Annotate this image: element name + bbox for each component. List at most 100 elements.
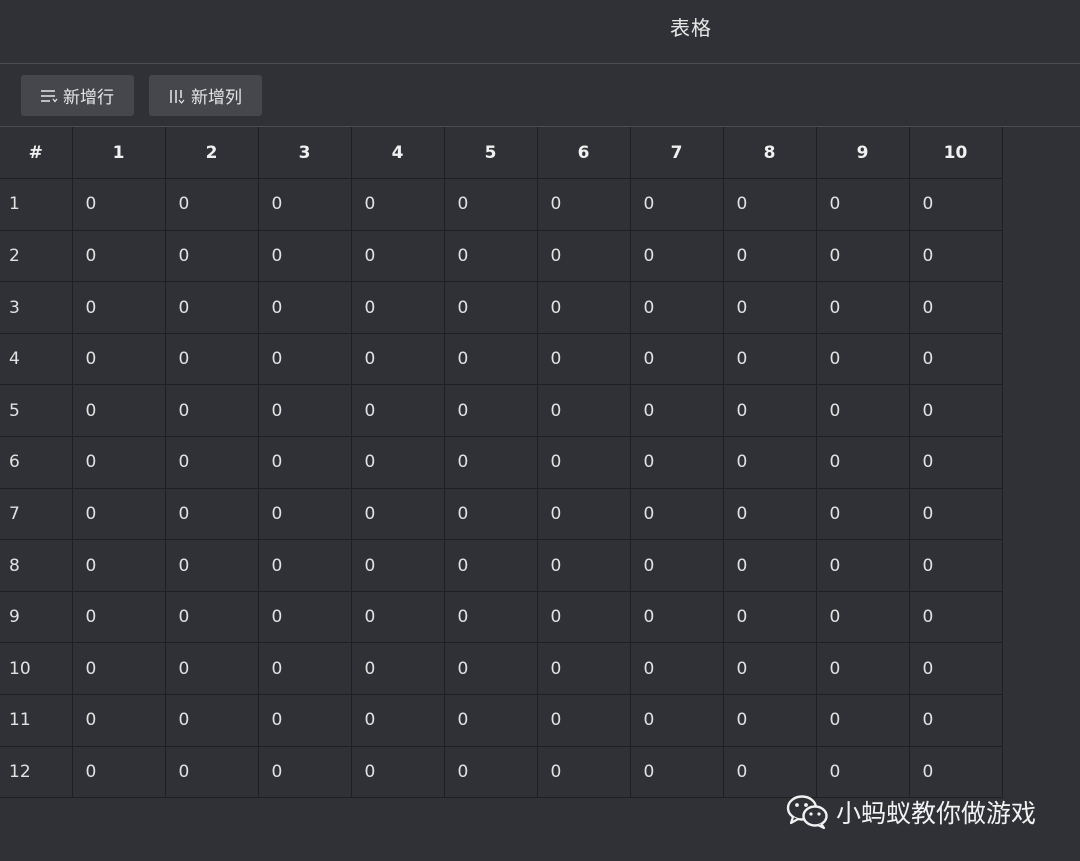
table-cell[interactable]: 0 bbox=[71, 281, 166, 334]
table-cell[interactable]: 0 bbox=[908, 436, 1003, 489]
row-header[interactable]: 3 bbox=[0, 281, 73, 334]
table-cell[interactable]: 0 bbox=[722, 332, 817, 386]
table-cell[interactable]: 0 bbox=[164, 642, 259, 696]
table-cell[interactable]: 0 bbox=[815, 487, 910, 541]
table-cell[interactable]: 0 bbox=[815, 384, 910, 438]
table-cell[interactable]: 0 bbox=[164, 694, 259, 747]
table-cell[interactable]: 0 bbox=[815, 539, 910, 592]
table-cell[interactable]: 0 bbox=[257, 436, 352, 489]
table-cell[interactable]: 0 bbox=[908, 487, 1003, 541]
table-cell[interactable]: 0 bbox=[257, 281, 352, 334]
table-cell[interactable]: 0 bbox=[908, 332, 1003, 386]
table-cell[interactable]: 0 bbox=[71, 745, 166, 799]
table-cell[interactable]: 0 bbox=[629, 332, 724, 386]
table-cell[interactable]: 0 bbox=[443, 539, 538, 592]
table-cell[interactable]: 0 bbox=[350, 539, 445, 592]
table-cell[interactable]: 0 bbox=[536, 281, 631, 334]
row-header[interactable]: 5 bbox=[0, 384, 73, 438]
table-cell[interactable]: 0 bbox=[629, 384, 724, 438]
table-cell[interactable]: 0 bbox=[71, 384, 166, 438]
table-cell[interactable]: 0 bbox=[350, 281, 445, 334]
table-cell[interactable]: 0 bbox=[908, 694, 1003, 747]
table-cell[interactable]: 0 bbox=[257, 178, 352, 231]
table-cell[interactable]: 0 bbox=[629, 590, 724, 644]
row-header[interactable]: 12 bbox=[0, 745, 73, 799]
table-cell[interactable]: 0 bbox=[629, 229, 724, 283]
table-cell[interactable]: 0 bbox=[257, 745, 352, 799]
table-cell[interactable]: 0 bbox=[536, 332, 631, 386]
row-header[interactable]: 7 bbox=[0, 487, 73, 541]
row-header[interactable]: 11 bbox=[0, 694, 73, 747]
table-cell[interactable]: 0 bbox=[257, 590, 352, 644]
table-cell[interactable]: 0 bbox=[722, 229, 817, 283]
table-cell[interactable]: 0 bbox=[629, 694, 724, 747]
table-cell[interactable]: 0 bbox=[71, 229, 166, 283]
row-header[interactable]: 8 bbox=[0, 539, 73, 592]
table-cell[interactable]: 0 bbox=[536, 642, 631, 696]
table-cell[interactable]: 0 bbox=[164, 281, 259, 334]
row-header[interactable]: 10 bbox=[0, 642, 73, 696]
column-header[interactable]: 6 bbox=[536, 127, 631, 180]
table-cell[interactable]: 0 bbox=[908, 229, 1003, 283]
column-header[interactable]: 5 bbox=[443, 127, 538, 180]
row-header[interactable]: 1 bbox=[0, 178, 73, 231]
table-cell[interactable]: 0 bbox=[815, 590, 910, 644]
table-cell[interactable]: 0 bbox=[536, 436, 631, 489]
table-cell[interactable]: 0 bbox=[350, 332, 445, 386]
table-cell[interactable]: 0 bbox=[536, 178, 631, 231]
table-cell[interactable]: 0 bbox=[629, 178, 724, 231]
table-cell[interactable]: 0 bbox=[815, 745, 910, 799]
table-cell[interactable]: 0 bbox=[350, 487, 445, 541]
table-cell[interactable]: 0 bbox=[536, 229, 631, 283]
table-cell[interactable]: 0 bbox=[71, 694, 166, 747]
table-cell[interactable]: 0 bbox=[350, 384, 445, 438]
add-column-button[interactable]: 新增列 bbox=[149, 75, 262, 116]
table-cell[interactable]: 0 bbox=[722, 178, 817, 231]
table-cell[interactable]: 0 bbox=[536, 590, 631, 644]
row-header[interactable]: 2 bbox=[0, 229, 73, 283]
column-header[interactable]: 1 bbox=[71, 127, 166, 180]
table-cell[interactable]: 0 bbox=[164, 384, 259, 438]
table-cell[interactable]: 0 bbox=[908, 590, 1003, 644]
table-cell[interactable]: 0 bbox=[350, 590, 445, 644]
table-cell[interactable]: 0 bbox=[722, 539, 817, 592]
add-row-button[interactable]: 新增行 bbox=[21, 75, 134, 116]
table-cell[interactable]: 0 bbox=[815, 332, 910, 386]
table-cell[interactable]: 0 bbox=[722, 694, 817, 747]
table-cell[interactable]: 0 bbox=[908, 281, 1003, 334]
table-cell[interactable]: 0 bbox=[443, 332, 538, 386]
column-header[interactable]: 10 bbox=[908, 127, 1003, 180]
table-cell[interactable]: 0 bbox=[536, 384, 631, 438]
column-header[interactable]: 8 bbox=[722, 127, 817, 180]
table-cell[interactable]: 0 bbox=[722, 642, 817, 696]
table-cell[interactable]: 0 bbox=[350, 642, 445, 696]
table-cell[interactable]: 0 bbox=[908, 539, 1003, 592]
table-cell[interactable]: 0 bbox=[443, 229, 538, 283]
table-cell[interactable]: 0 bbox=[350, 229, 445, 283]
table-cell[interactable]: 0 bbox=[536, 694, 631, 747]
table-cell[interactable]: 0 bbox=[71, 642, 166, 696]
table-cell[interactable]: 0 bbox=[71, 487, 166, 541]
table-cell[interactable]: 0 bbox=[164, 178, 259, 231]
table-cell[interactable]: 0 bbox=[443, 642, 538, 696]
table-cell[interactable]: 0 bbox=[536, 745, 631, 799]
table-cell[interactable]: 0 bbox=[443, 590, 538, 644]
table-cell[interactable]: 0 bbox=[722, 590, 817, 644]
table-cell[interactable]: 0 bbox=[164, 229, 259, 283]
table-cell[interactable]: 0 bbox=[722, 487, 817, 541]
column-header[interactable]: 3 bbox=[257, 127, 352, 180]
table-cell[interactable]: 0 bbox=[164, 745, 259, 799]
table-cell[interactable]: 0 bbox=[629, 436, 724, 489]
table-cell[interactable]: 0 bbox=[629, 487, 724, 541]
table-cell[interactable]: 0 bbox=[257, 384, 352, 438]
table-cell[interactable]: 0 bbox=[722, 436, 817, 489]
table-cell[interactable]: 0 bbox=[350, 436, 445, 489]
table-cell[interactable]: 0 bbox=[71, 178, 166, 231]
table-cell[interactable]: 0 bbox=[443, 281, 538, 334]
table-cell[interactable]: 0 bbox=[164, 539, 259, 592]
table-cell[interactable]: 0 bbox=[536, 539, 631, 592]
table-cell[interactable]: 0 bbox=[350, 178, 445, 231]
table-cell[interactable]: 0 bbox=[908, 745, 1003, 799]
table-cell[interactable]: 0 bbox=[629, 539, 724, 592]
table-cell[interactable]: 0 bbox=[815, 642, 910, 696]
